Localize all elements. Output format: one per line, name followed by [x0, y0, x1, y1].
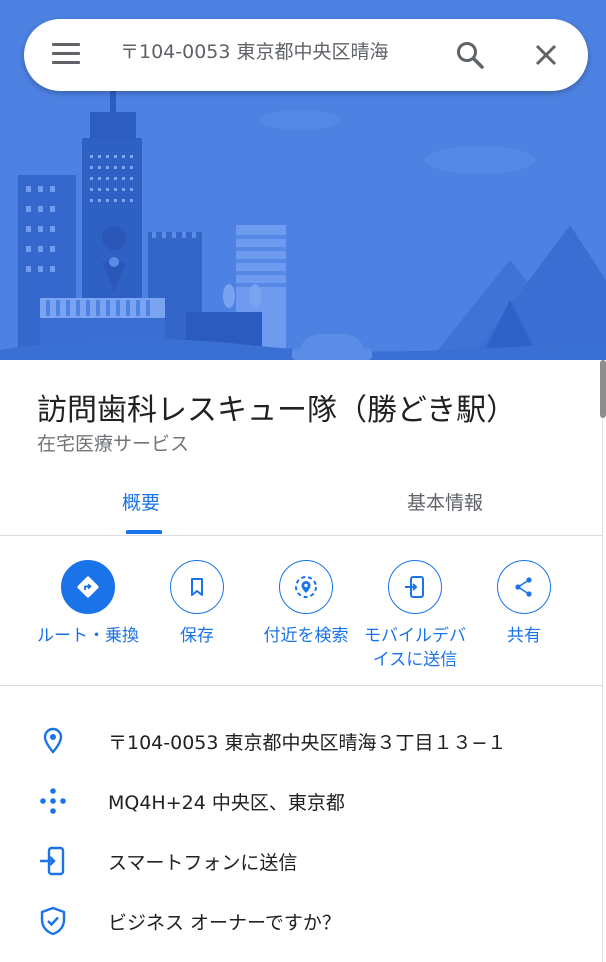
address-text: 〒104-0053 東京都中央区晴海３丁目１３−１: [108, 732, 507, 754]
action-buttons: ルート・乗換 保存 付近を検索 モバイルデバ イスに送信 共有: [0, 536, 602, 686]
nearby-search-icon: [279, 560, 333, 614]
share-label: 共有: [507, 626, 541, 646]
tab-overview[interactable]: 概要: [122, 488, 160, 515]
send-to-phone-icon: [388, 560, 442, 614]
directions-label: ルート・乗換: [37, 626, 139, 646]
address-row[interactable]: 〒104-0053 東京都中央区晴海３丁目１３−１: [0, 720, 602, 760]
share-icon: [497, 560, 551, 614]
scrollbar-thumb[interactable]: [600, 360, 606, 418]
active-tab-indicator: [126, 530, 162, 534]
search-icon[interactable]: [454, 39, 486, 71]
search-input[interactable]: 〒104-0053 東京都中央区晴海: [120, 37, 450, 73]
search-bar: 〒104-0053 東京都中央区晴海: [24, 19, 588, 91]
send-to-device-label: モバイルデバ イスに送信: [364, 626, 466, 670]
bookmark-icon: [170, 560, 224, 614]
plus-code-row[interactable]: MQ4H+24 中央区、東京都: [0, 780, 602, 820]
save-button[interactable]: 保存: [137, 560, 257, 648]
send-to-phone-row[interactable]: スマートフォンに送信: [0, 840, 602, 880]
close-icon[interactable]: [532, 41, 560, 69]
claim-business-text: ビジネス オーナーですか？: [108, 912, 341, 934]
place-category[interactable]: 在宅医療サービス: [37, 429, 189, 456]
nearby-search-label: 付近を検索: [263, 626, 349, 646]
scrollbar-track: [602, 360, 603, 962]
share-button[interactable]: 共有: [464, 560, 584, 648]
send-to-phone-icon: [38, 846, 68, 876]
place-title: 訪問歯科レスキュー隊（勝どき駅）: [37, 393, 517, 428]
plus-code-text: MQ4H+24 中央区、東京都: [108, 792, 345, 814]
hamburger-menu-icon[interactable]: [52, 43, 80, 67]
plus-code-icon: [38, 786, 68, 816]
tab-basic-info[interactable]: 基本情報: [407, 488, 483, 515]
directions-button[interactable]: ルート・乗換: [28, 560, 148, 648]
nearby-search-button[interactable]: 付近を検索: [246, 560, 366, 648]
send-to-device-button[interactable]: モバイルデバ イスに送信: [355, 560, 475, 672]
verified-shield-icon: [38, 906, 68, 936]
claim-business-row[interactable]: ビジネス オーナーですか？: [0, 900, 602, 940]
directions-icon: [61, 560, 115, 614]
location-pin-icon: [38, 726, 68, 756]
save-label: 保存: [180, 626, 214, 646]
tab-bar: 概要 基本情報: [0, 470, 602, 536]
send-to-phone-text: スマートフォンに送信: [108, 852, 298, 874]
